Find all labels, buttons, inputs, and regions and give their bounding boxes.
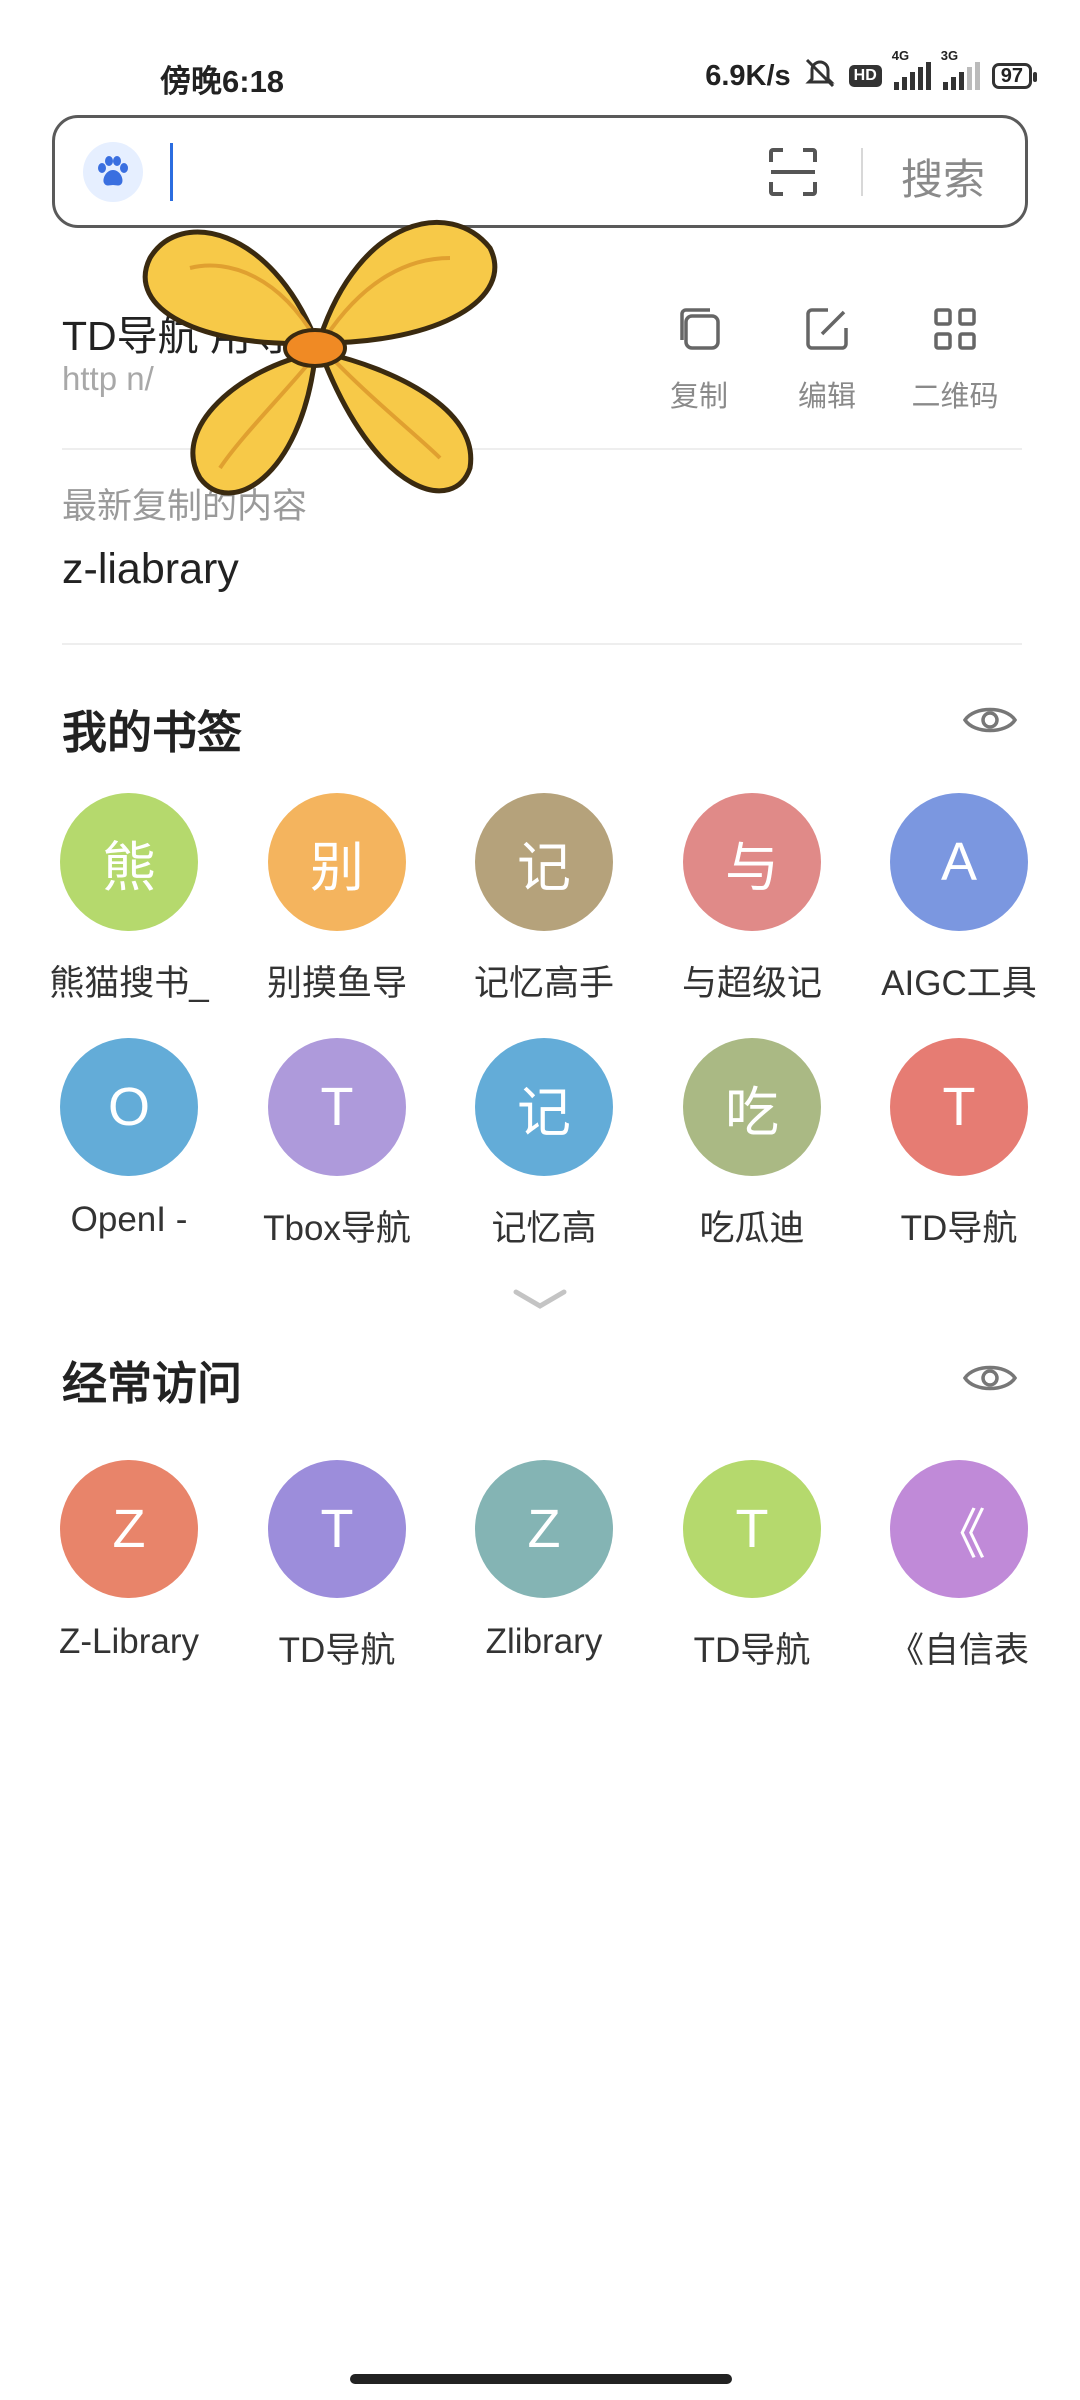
bookmark-avatar: T (268, 1038, 406, 1176)
frequent-avatar: 《 (890, 1460, 1028, 1598)
frequent-name: Zlibrary (485, 1622, 603, 1661)
frequent-name: TD导航 (693, 1631, 811, 1670)
frequent-avatar: T (268, 1460, 406, 1598)
network-speed: 6.9K/s (705, 59, 791, 92)
signal-3g-icon: 3G (941, 48, 980, 90)
bookmark-avatar: O (60, 1038, 198, 1176)
bookmark-avatar: 与 (683, 793, 821, 931)
bookmark-name: 记忆高 (491, 1209, 597, 1248)
status-bar: 傍晚6:18 6.9K/s HD 4G 3G 97 (0, 0, 1080, 110)
frequent-avatar: Z (475, 1460, 613, 1598)
flower-sticker (120, 168, 510, 533)
divider (62, 643, 1022, 645)
edit-button[interactable]: 编辑 (772, 304, 882, 415)
frequent-tile[interactable]: T TD导航 (652, 1460, 852, 1673)
bookmark-name: 熊猫搜书_ (49, 964, 209, 1003)
frequent-avatar: T (683, 1460, 821, 1598)
scan-icon[interactable] (767, 146, 819, 203)
bookmarks-title: 我的书签 (62, 707, 243, 758)
search-button[interactable]: 搜索 (901, 146, 985, 207)
bookmark-tile[interactable]: 熊熊猫搜书_ (29, 793, 229, 1006)
bookmark-tile[interactable]: 记记忆高手 (444, 793, 644, 1006)
copy-button[interactable]: 复制 (644, 304, 754, 415)
eye-icon[interactable] (962, 1358, 1018, 1403)
signal-4g-icon: 4G (892, 48, 931, 90)
status-time: 傍晚6:18 (160, 64, 285, 99)
bookmark-name: 记忆高手 (473, 964, 614, 1003)
bookmark-avatar: T (890, 1038, 1028, 1176)
edit-icon (806, 308, 848, 350)
bookmark-avatar: 记 (475, 1038, 613, 1176)
bookmark-name: 吃瓜迪 (699, 1209, 805, 1248)
eye-icon[interactable] (962, 700, 1018, 745)
bookmark-tile[interactable]: 吃吃瓜迪 (652, 1038, 852, 1251)
qrcode-icon (934, 308, 976, 350)
edit-label: 编辑 (797, 381, 856, 413)
frequent-name: Z-Library (58, 1622, 200, 1661)
battery-level: 97 (1000, 65, 1023, 87)
home-indicator[interactable] (350, 2374, 732, 2384)
frequent-name: 《自信表 (888, 1631, 1029, 1670)
frequent-name: TD导航 (278, 1631, 396, 1670)
bookmark-tile[interactable]: A AIGC工具 (859, 793, 1059, 1006)
battery-icon: 97 (991, 63, 1038, 89)
qrcode-button[interactable]: 二维码 (900, 304, 1010, 415)
bookmark-tile[interactable]: T Tbox导航 (237, 1038, 437, 1251)
bookmark-name: OpenI - (70, 1200, 188, 1239)
bookmark-name: 别摸鱼导 (266, 964, 407, 1003)
mute-bell-icon (803, 56, 837, 96)
frequent-tile[interactable]: Z Zlibrary (444, 1460, 644, 1662)
bookmark-name: 与超级记 (681, 964, 822, 1003)
bookmark-tile[interactable]: O OpenI - (29, 1038, 229, 1240)
frequent-tile[interactable]: Z Z-Library (29, 1460, 229, 1662)
bookmark-avatar: A (890, 793, 1028, 931)
bookmark-avatar: 吃 (683, 1038, 821, 1176)
frequent-title: 经常访问 (62, 1358, 243, 1409)
hd-badge: HD (848, 65, 882, 87)
bookmark-tile[interactable]: 别别摸鱼导 (237, 793, 437, 1006)
bookmark-tile[interactable]: 记记忆高 (444, 1038, 644, 1251)
search-separator (861, 148, 863, 196)
copy-icon (680, 308, 720, 350)
bookmark-avatar: 别 (268, 793, 406, 931)
bookmark-avatar: 记 (475, 793, 613, 931)
frequent-avatar: Z (60, 1460, 198, 1598)
sim1-label: 4G (891, 48, 910, 63)
qrcode-label: 二维码 (911, 381, 999, 413)
bookmark-tile[interactable]: T TD导航 (859, 1038, 1059, 1251)
status-icons: 6.9K/s HD 4G 3G 97 (705, 48, 1038, 96)
bookmark-name: Tbox导航 (263, 1209, 411, 1248)
bookmark-avatar: 熊 (60, 793, 198, 931)
sim2-label: 3G (940, 48, 959, 63)
bookmark-name: TD导航 (900, 1209, 1018, 1248)
copy-label: 复制 (669, 381, 728, 413)
chevron-down-icon[interactable] (512, 1286, 568, 1317)
recent-copy-value[interactable]: z-liabrary (62, 545, 239, 594)
frequent-tile[interactable]: T TD导航 (237, 1460, 437, 1673)
bookmark-tile[interactable]: 与与超级记 (652, 793, 852, 1006)
frequent-tile[interactable]: 《《自信表 (859, 1460, 1059, 1673)
bookmark-name: AIGC工具 (881, 964, 1037, 1003)
